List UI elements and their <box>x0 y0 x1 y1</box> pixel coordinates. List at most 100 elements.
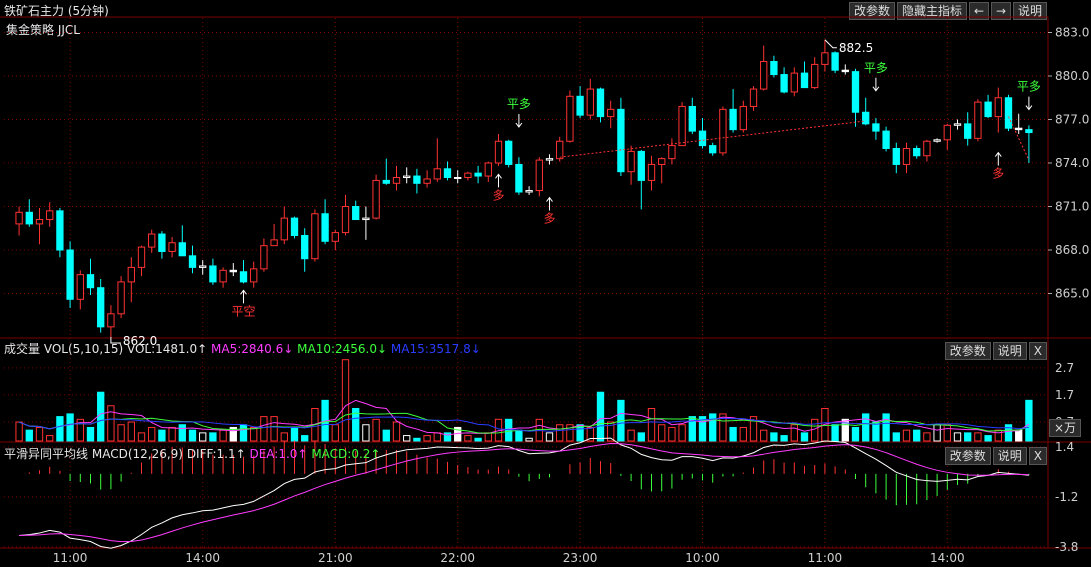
volume-bar <box>902 429 911 442</box>
volume-bar <box>647 407 656 442</box>
volume-bar <box>862 413 870 442</box>
volume-bar <box>178 424 186 442</box>
candle-body <box>443 168 452 179</box>
macd-change-params-button[interactable]: 改参数 <box>944 447 991 465</box>
volume-bar <box>372 418 380 442</box>
candle-body <box>607 108 615 118</box>
candle-body <box>311 213 319 260</box>
candle-body <box>739 105 747 131</box>
volume-bar <box>811 418 819 442</box>
signal-arrow-up <box>495 173 502 188</box>
volume-axis-label: 1.7 <box>1055 388 1074 402</box>
candle-body <box>872 123 880 132</box>
volume-bar <box>382 429 390 442</box>
volume-bar <box>484 432 492 442</box>
candle-body <box>800 72 809 89</box>
volume-bar <box>770 432 778 442</box>
candle-body <box>301 235 309 260</box>
volume-bar <box>851 426 860 442</box>
price-chart[interactable]: 883.0 880.0 877.0 874.0 871.0 868.0 865.0 11:00… <box>0 0 1091 567</box>
volume-bar <box>913 429 921 442</box>
volume-bar <box>637 432 645 442</box>
volume-bar <box>331 424 339 442</box>
candle-body <box>137 246 146 268</box>
time-axis-label: 14:00 <box>930 551 965 565</box>
candle-body <box>433 168 441 180</box>
candle-body <box>535 159 543 192</box>
candle-body <box>290 217 299 237</box>
volume-change-params-button[interactable]: 改参数 <box>944 342 991 360</box>
time-axis-label: 11:00 <box>808 551 843 565</box>
candle-body <box>637 150 645 181</box>
signal-label-pingduo: 平多 <box>1017 80 1041 94</box>
signal-label-pingduo: 平多 <box>507 97 531 111</box>
candle-body <box>821 52 829 65</box>
volume-bar <box>780 435 788 442</box>
volume-help-button[interactable]: 说明 <box>992 342 1027 360</box>
macd-help-button[interactable]: 说明 <box>992 447 1027 465</box>
candle-body <box>270 239 278 247</box>
volume-bar <box>86 426 95 442</box>
volume-bar <box>188 429 197 442</box>
volume-close-button[interactable]: X <box>1028 342 1047 360</box>
volume-bar <box>168 426 176 442</box>
volume-name: 成交量 <box>4 342 41 356</box>
candle-body <box>770 61 778 76</box>
volume-bar <box>25 429 33 442</box>
signal-label-pingkong: 平空 <box>231 304 255 318</box>
candle-body <box>760 61 768 90</box>
candle-body <box>362 217 370 221</box>
candle-body <box>851 71 860 113</box>
volume-bar <box>56 416 64 442</box>
volume-bar <box>658 424 666 442</box>
volume-bar <box>800 432 809 442</box>
volume-bar <box>219 429 227 442</box>
price-axis-label: 877.0 <box>1055 113 1089 127</box>
candle-body <box>709 145 717 154</box>
volume-bar <box>15 421 23 442</box>
volume-bar <box>239 424 248 442</box>
volume-bar <box>953 432 962 442</box>
signal-arrow-up <box>240 289 247 304</box>
macd-name: 平滑异同平均线 <box>4 447 89 461</box>
candle-body <box>25 211 33 225</box>
macd-axis-label: -3.8 <box>1055 540 1078 554</box>
volume-ma10: MA10:2456.0↓ <box>297 342 388 356</box>
volume-bar <box>270 416 278 442</box>
volume-bar <box>831 424 839 442</box>
candle-body <box>321 213 329 242</box>
volume-bar <box>464 435 472 442</box>
volume-bar <box>974 432 982 442</box>
signal-arrow-up <box>546 196 553 211</box>
candle-body <box>892 148 900 165</box>
volume-bar <box>137 432 146 442</box>
candle-body <box>56 210 64 251</box>
candle-body <box>586 88 594 116</box>
volume-bar <box>678 424 686 442</box>
candle-body <box>811 63 819 89</box>
volume-bar <box>117 424 125 442</box>
volume-bar <box>984 435 992 442</box>
candle-body <box>474 172 482 177</box>
volume-pane-toolbar: 改参数 说明 X <box>944 342 1047 360</box>
signal-label-duo: 多 <box>543 212 555 226</box>
volume-unit-button[interactable]: ×万 <box>1049 419 1082 437</box>
candle-body <box>229 269 237 273</box>
candle-body <box>647 163 656 181</box>
volume-bar <box>545 432 554 442</box>
volume-bar <box>943 424 951 442</box>
candle-body <box>168 242 176 252</box>
signal-arrow-down <box>872 77 880 92</box>
volume-bar <box>107 405 115 442</box>
volume-params: VOL(5,10,15) <box>43 342 124 356</box>
candle-body <box>331 232 339 242</box>
volume-bar <box>790 424 798 442</box>
high-price-label: 882.5 <box>839 41 873 55</box>
volume-bar <box>66 413 74 442</box>
volume-bar <box>260 416 268 442</box>
candle-body <box>423 178 431 184</box>
macd-header: 平滑异同平均线 MACD(12,26,9) DIFF:1.1↑ DEA:1.0↑… <box>4 445 380 462</box>
macd-close-button[interactable]: X <box>1028 447 1047 465</box>
volume-bar <box>709 413 717 442</box>
candle-body <box>505 140 513 165</box>
